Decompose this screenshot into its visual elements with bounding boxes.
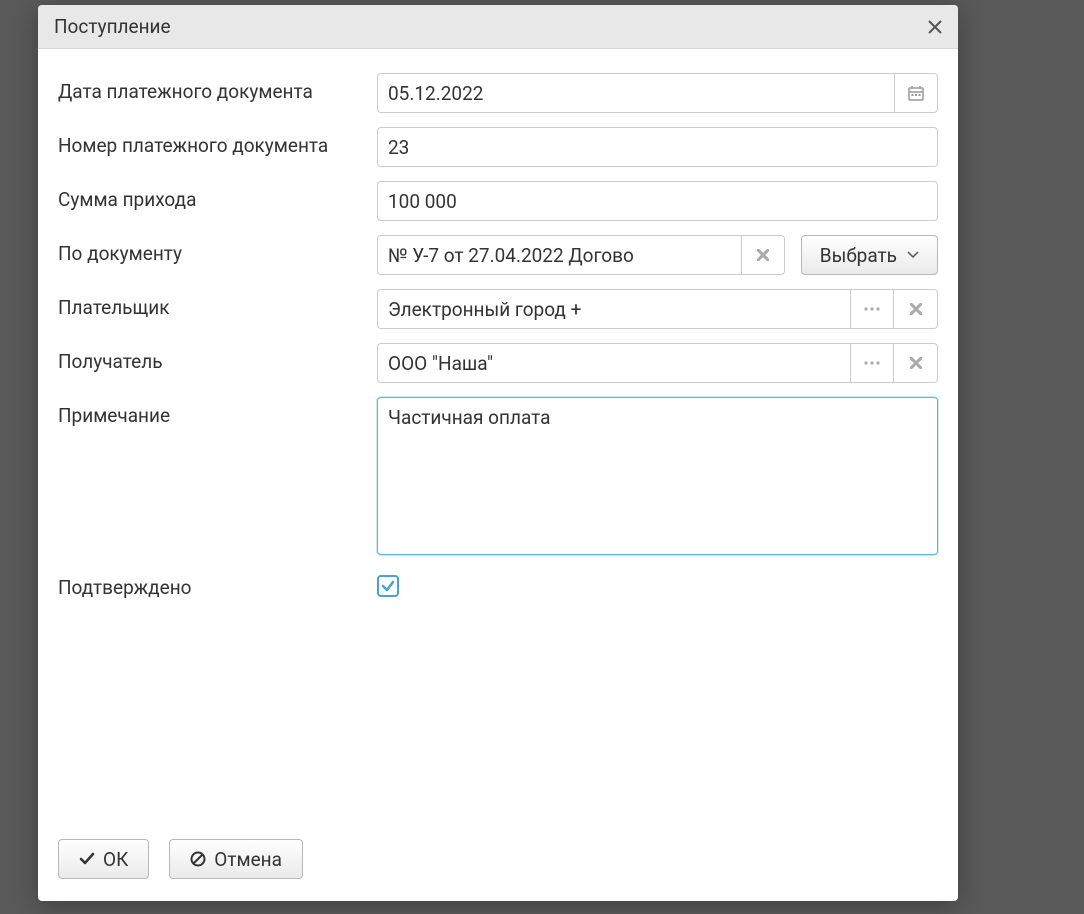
payer-input[interactable] — [377, 289, 850, 329]
amount-input[interactable] — [377, 181, 938, 221]
payer-more-button[interactable] — [850, 289, 894, 329]
ok-label: ОК — [103, 848, 128, 871]
check-icon — [381, 579, 395, 593]
confirmed-checkbox[interactable] — [377, 575, 399, 597]
row-doc: По документу Выбрать — [58, 235, 938, 275]
row-date: Дата платежного документа — [58, 73, 938, 113]
doc-select-label: Выбрать — [820, 244, 897, 267]
close-icon — [928, 20, 942, 34]
clear-icon — [910, 357, 922, 369]
note-textarea[interactable] — [377, 397, 938, 555]
label-doc: По документу — [58, 235, 377, 265]
label-confirmed: Подтверждено — [58, 569, 377, 599]
recipient-clear-button[interactable] — [894, 343, 938, 383]
row-number: Номер платежного документа — [58, 127, 938, 167]
row-recipient: Получатель — [58, 343, 938, 383]
row-amount: Сумма прихода — [58, 181, 938, 221]
label-amount: Сумма прихода — [58, 181, 377, 211]
chevron-down-icon — [907, 251, 919, 259]
doc-input[interactable] — [377, 235, 741, 275]
doc-select-button[interactable]: Выбрать — [801, 235, 938, 275]
cancel-icon — [190, 851, 206, 867]
dialog-footer: ОК Отмена — [38, 821, 958, 901]
dialog-body: Дата платежного документа Номер платежно… — [38, 49, 958, 821]
recipient-more-button[interactable] — [850, 343, 894, 383]
label-number: Номер платежного документа — [58, 127, 377, 157]
row-confirmed: Подтверждено — [58, 569, 938, 599]
label-date: Дата платежного документа — [58, 73, 377, 103]
number-input[interactable] — [377, 127, 938, 167]
check-icon — [79, 852, 95, 866]
cancel-label: Отмена — [214, 848, 282, 871]
cancel-button[interactable]: Отмена — [169, 839, 303, 879]
recipient-input[interactable] — [377, 343, 850, 383]
ok-button[interactable]: ОК — [58, 839, 149, 879]
label-recipient: Получатель — [58, 343, 377, 373]
dialog-header: Поступление — [38, 5, 958, 49]
label-payer: Плательщик — [58, 289, 377, 319]
doc-clear-button[interactable] — [741, 235, 785, 275]
clear-icon — [757, 249, 769, 261]
incoming-payment-dialog: Поступление Дата платежного документа Но… — [38, 5, 958, 901]
dialog-title: Поступление — [54, 15, 171, 38]
calendar-button[interactable] — [894, 73, 938, 113]
row-note: Примечание — [58, 397, 938, 555]
ellipsis-icon — [864, 361, 880, 365]
row-payer: Плательщик — [58, 289, 938, 329]
calendar-icon — [908, 85, 924, 101]
close-button[interactable] — [928, 20, 942, 34]
date-input[interactable] — [377, 73, 894, 113]
label-note: Примечание — [58, 397, 377, 427]
ellipsis-icon — [864, 307, 880, 311]
payer-clear-button[interactable] — [894, 289, 938, 329]
clear-icon — [910, 303, 922, 315]
